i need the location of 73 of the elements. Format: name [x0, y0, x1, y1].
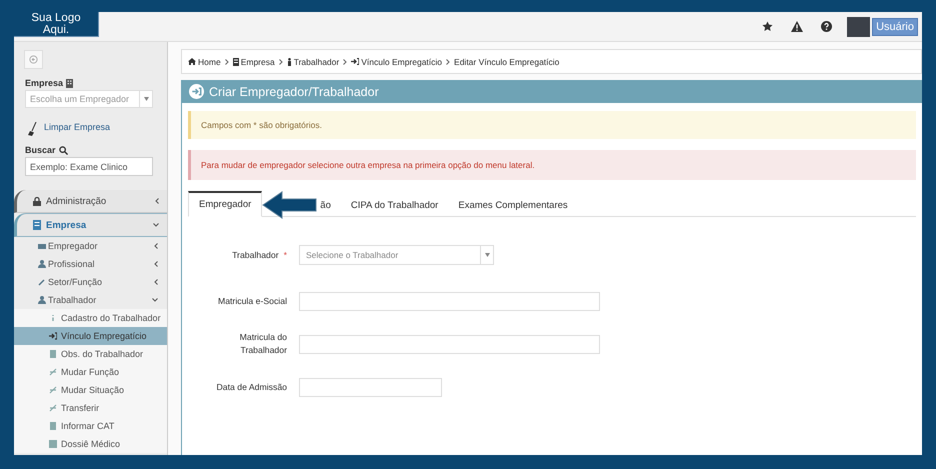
sign-in-icon — [351, 58, 360, 65]
caret-icon — [144, 97, 148, 101]
broom-icon — [28, 122, 38, 136]
field-label: Matricula e-Social — [218, 294, 287, 308]
chevron-right-icon — [446, 58, 450, 64]
menu-item[interactable]: Vínculo Empregatício — [14, 327, 167, 345]
chevron-down-icon — [152, 298, 158, 302]
building-icon — [66, 78, 74, 88]
menu-item[interactable]: Administração — [14, 190, 167, 213]
input-field[interactable] — [299, 334, 600, 354]
menu-item[interactable]: Setor/Função — [14, 273, 167, 291]
building-icon — [232, 58, 239, 66]
plus-square-icon — [49, 440, 57, 448]
tab[interactable]: CIPA do Trabalhador — [340, 191, 448, 217]
field-label: Data de Admissão — [216, 380, 287, 394]
collapse-button[interactable] — [24, 50, 43, 69]
building-icon — [33, 220, 41, 230]
tab[interactable]: Empregador — [188, 191, 262, 217]
back-arrow-icon — [29, 55, 38, 64]
document-icon — [49, 422, 57, 430]
tab[interactable]: ão — [318, 191, 341, 217]
chevron-left-icon — [154, 261, 158, 267]
menu-item[interactable]: Cadastro do Trabalhador — [14, 309, 167, 327]
pointer-arrow — [262, 191, 318, 219]
chevron-right-icon — [343, 58, 348, 64]
sign-in-icon — [49, 332, 57, 340]
menu-item[interactable]: Profissional — [14, 255, 167, 273]
breadcrumb-link[interactable]: Empresa — [232, 56, 275, 66]
sign-in-icon — [189, 84, 204, 99]
warning-icon[interactable] — [791, 21, 804, 32]
search-icon — [58, 146, 68, 154]
menu-item[interactable]: Obs. do Trabalhador — [14, 345, 167, 363]
menu-item[interactable]: Transferir — [14, 399, 167, 417]
field-label: Matricula do Trabalhador — [238, 331, 287, 357]
search-label: Buscar — [25, 145, 56, 155]
menu-item[interactable]: Empresa — [14, 213, 167, 237]
document-icon — [49, 350, 57, 358]
menu-item[interactable]: Dossiê Médico — [14, 435, 167, 453]
chevron-left-icon — [154, 279, 158, 285]
lock-icon — [33, 196, 41, 206]
clear-company-link[interactable]: Limpar Empresa — [44, 122, 110, 132]
search-field[interactable]: Exemplo: Exame Clinico — [25, 157, 153, 176]
caret-icon — [484, 253, 490, 257]
chevron-left-icon — [154, 243, 158, 249]
input-field[interactable] — [299, 292, 600, 310]
home-icon — [188, 58, 196, 65]
select-field[interactable]: Selecione o Trabalhador — [299, 245, 494, 265]
briefcase-icon — [38, 242, 46, 250]
chevron-down-icon — [153, 223, 159, 227]
breadcrumb-link[interactable]: Editar Vínculo Empregatício — [454, 56, 560, 66]
tab[interactable]: Exames Complementares — [448, 191, 578, 217]
alert-message: Campos com * são obrigatórios. — [188, 111, 916, 139]
company-label: Empresa — [25, 78, 64, 88]
menu-item[interactable]: Mudar Situação — [14, 381, 167, 399]
breadcrumb-link[interactable]: Trabalhador — [286, 56, 340, 66]
panel-title: Criar Empregador/Trabalhador — [209, 84, 379, 98]
menu-item[interactable]: Informar CAT — [14, 417, 167, 435]
help-icon[interactable] — [821, 21, 832, 32]
menu-item[interactable]: Empregador — [14, 237, 167, 255]
breadcrumb-link[interactable]: Vínculo Empregatício — [351, 56, 442, 66]
required-mark: * — [284, 248, 287, 262]
chevron-left-icon — [155, 198, 159, 204]
field-label: Trabalhador — [232, 248, 279, 262]
breadcrumb-link[interactable]: Home — [188, 56, 221, 66]
chevron-right-icon — [224, 58, 229, 64]
menu-item[interactable]: Trabalhador — [14, 291, 167, 309]
date-field[interactable] — [299, 378, 442, 396]
menu-item[interactable]: Mudar Função — [14, 363, 167, 381]
star-icon[interactable] — [762, 21, 774, 32]
logo: Sua Logo Aqui. — [14, 12, 99, 37]
alert-message: Para mudar de empregador selecione outra empresa na primeira opção do menu lateral. — [188, 150, 916, 180]
photo-placeholder — [847, 16, 870, 36]
chevron-right-icon — [278, 58, 283, 64]
